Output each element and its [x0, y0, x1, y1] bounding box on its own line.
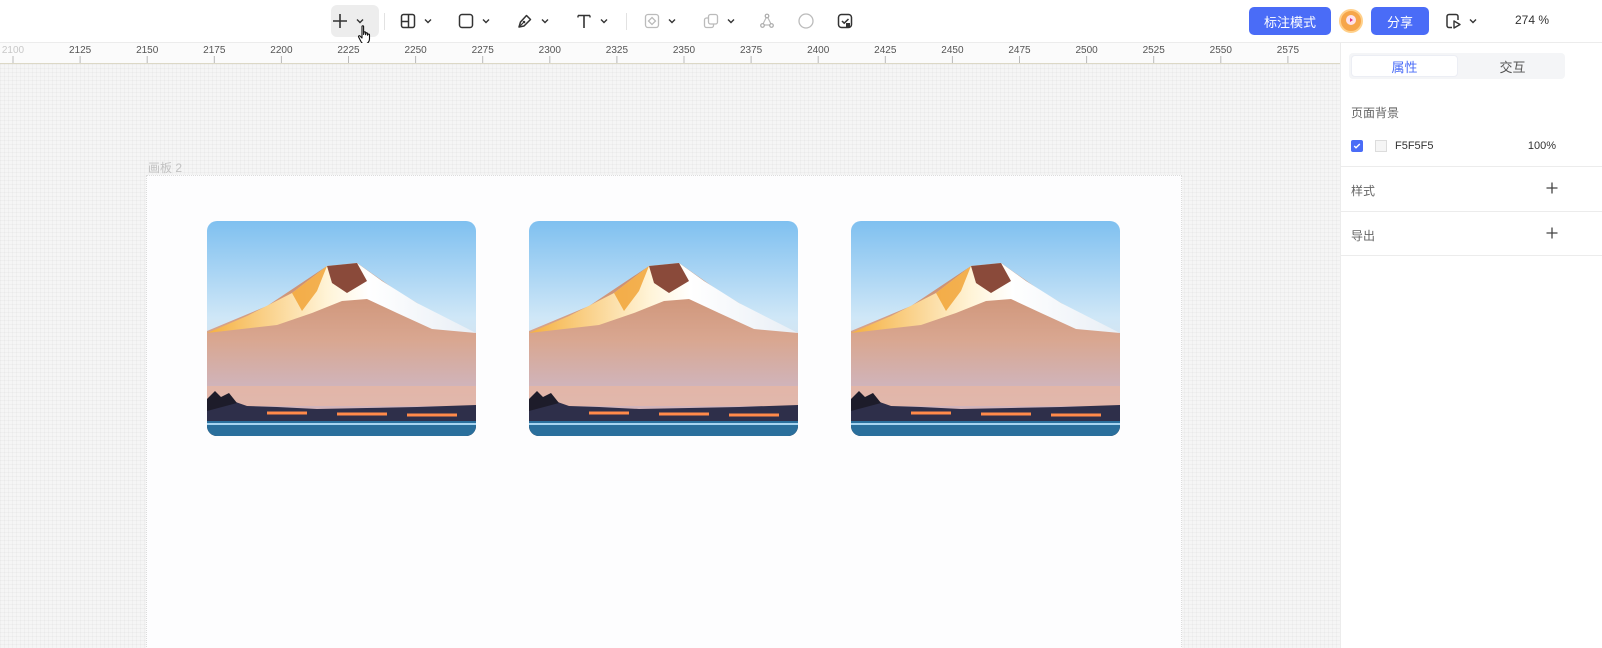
chevron-down-icon[interactable] — [1468, 16, 1478, 26]
ruler-tick-label: 2525 — [1143, 45, 1166, 56]
mountain-image — [851, 221, 1120, 436]
ruler-tick-label: 2325 — [606, 45, 629, 56]
horizontal-ruler: 2100 2125 2150 2175 2200 2225 2250 2275 2300 2325… — [0, 43, 1340, 64]
section-divider — [1341, 211, 1602, 212]
preview-icon — [1444, 12, 1462, 30]
tab-interaction[interactable]: 交互 — [1460, 53, 1565, 79]
chevron-down-icon[interactable] — [667, 16, 677, 26]
ruler-tick-label: 2500 — [1075, 45, 1098, 56]
chevron-down-icon[interactable] — [423, 16, 433, 26]
ruler-tick-label: 2175 — [203, 45, 226, 56]
toolbar-separator — [384, 13, 385, 30]
ruler-ticks: 2100 2125 2150 2175 2200 2225 2250 2275 2300 2325… — [2, 45, 1300, 63]
ruler-tick-label: 2200 — [270, 45, 293, 56]
background-color-swatch[interactable] — [1375, 140, 1387, 152]
pen-icon — [516, 12, 534, 30]
rectangle-icon — [457, 12, 475, 30]
ruler-tick-label: 2250 — [404, 45, 427, 56]
top-toolbar: 标注模式 分享 274 % — [0, 0, 1602, 45]
mountain-image-card[interactable] — [851, 221, 1120, 436]
design-canvas[interactable]: 画板 2 — [0, 64, 1340, 648]
ruler-tick-label: 2400 — [807, 45, 830, 56]
pen-tool-button[interactable] — [516, 7, 550, 35]
background-hex-input[interactable]: F5F5F5 — [1395, 140, 1434, 152]
mask-tool-button[interactable] — [797, 7, 815, 35]
play-icon — [1346, 12, 1356, 30]
add-style-icon[interactable] — [1545, 181, 1559, 200]
text-icon — [575, 12, 593, 30]
background-checkbox[interactable] — [1351, 140, 1363, 152]
ruler-tick-label: 2275 — [472, 45, 495, 56]
tab-properties[interactable]: 属性 — [1351, 55, 1458, 77]
section-divider — [1341, 255, 1602, 256]
panel-tabs: 属性 交互 — [1349, 53, 1565, 79]
export-section-title: 导出 — [1351, 229, 1376, 243]
component-icon — [643, 12, 661, 30]
ruler-tick-label: 2450 — [941, 45, 964, 56]
properties-panel: 属性 交互 页面背景 F5F5F5 100% 样式 导出 — [1340, 43, 1602, 648]
ruler-tick-label: 2575 — [1277, 45, 1300, 56]
avatar[interactable] — [1339, 9, 1363, 33]
plus-icon — [331, 12, 349, 30]
artboard[interactable] — [146, 175, 1182, 648]
preview-button[interactable] — [1444, 7, 1478, 35]
style-section-title: 样式 — [1351, 184, 1376, 198]
ruler-tick-label: 2300 — [539, 45, 562, 56]
chevron-down-icon[interactable] — [540, 16, 550, 26]
ruler-tick-label: 2425 — [874, 45, 897, 56]
text-tool-button[interactable] — [575, 7, 609, 35]
ruler-tick-label: 2100 — [2, 45, 25, 56]
annotate-mode-button[interactable]: 标注模式 — [1249, 7, 1331, 35]
check-tool-button[interactable] — [836, 7, 854, 35]
component-tool-button[interactable] — [643, 7, 677, 35]
mountain-image — [529, 221, 798, 436]
nodes-icon — [758, 12, 776, 30]
chevron-down-icon[interactable] — [599, 16, 609, 26]
ruler-tick-label: 2475 — [1008, 45, 1031, 56]
chevron-down-icon[interactable] — [726, 16, 736, 26]
chevron-down-icon[interactable] — [481, 16, 491, 26]
page-background-title: 页面背景 — [1351, 106, 1400, 120]
toolbar-separator — [626, 13, 627, 30]
check-image-icon — [836, 12, 854, 30]
ruler-tick-label: 2550 — [1210, 45, 1233, 56]
zoom-level[interactable]: 274 % — [1515, 13, 1549, 27]
checkmark-icon — [1353, 137, 1361, 155]
nodes-tool-button[interactable] — [758, 7, 776, 35]
section-divider — [1341, 166, 1602, 167]
ruler-tick-label: 2350 — [673, 45, 696, 56]
background-opacity-input[interactable]: 100% — [1528, 140, 1556, 152]
mountain-image-card[interactable] — [207, 221, 476, 436]
ruler-tick-label: 2225 — [337, 45, 360, 56]
ruler-tick-label: 2150 — [136, 45, 159, 56]
frame-tool-button[interactable] — [399, 7, 433, 35]
share-button[interactable]: 分享 — [1371, 7, 1429, 35]
background-row: F5F5F5 100% — [1351, 137, 1556, 155]
frame-icon — [399, 12, 417, 30]
boolean-icon — [702, 12, 720, 30]
ruler-tick-label: 2125 — [69, 45, 92, 56]
artboard-label[interactable]: 画板 2 — [148, 159, 182, 176]
circle-icon — [797, 12, 815, 30]
ruler-tick-label: 2375 — [740, 45, 763, 56]
boolean-tool-button[interactable] — [702, 7, 736, 35]
mountain-image-card[interactable] — [529, 221, 798, 436]
add-export-icon[interactable] — [1545, 226, 1559, 245]
mountain-image — [207, 221, 476, 436]
rectangle-tool-button[interactable] — [457, 7, 491, 35]
